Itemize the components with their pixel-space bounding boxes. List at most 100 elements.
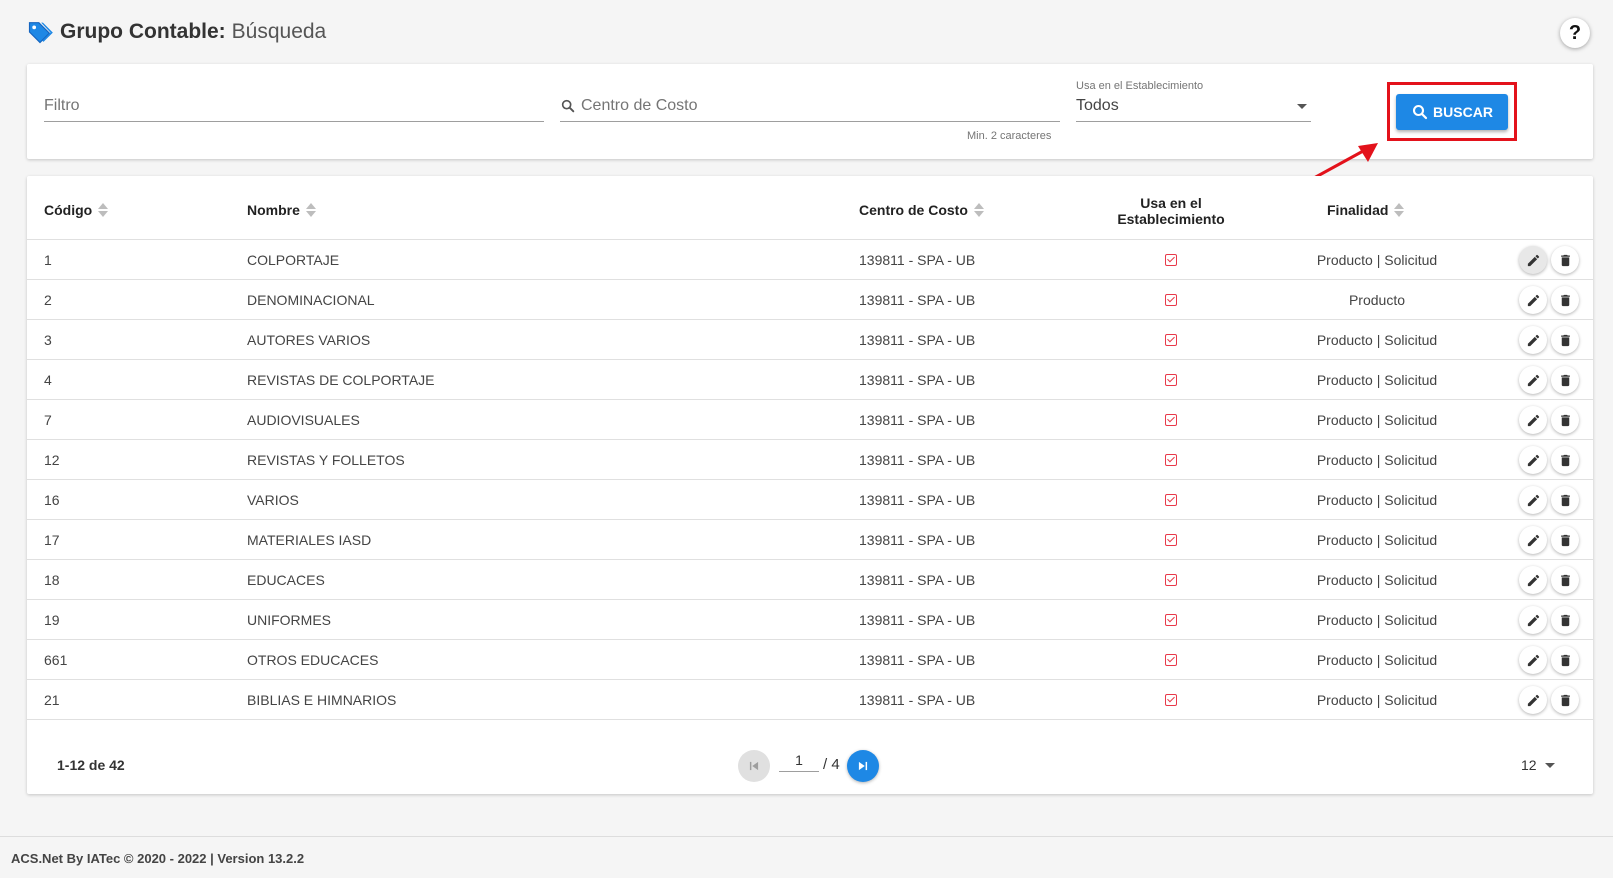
cell-codigo: 1 xyxy=(44,252,52,268)
first-page-button[interactable] xyxy=(738,750,770,782)
cell-finalidad: Producto | Solicitud xyxy=(1316,492,1438,508)
delete-button[interactable] xyxy=(1551,366,1579,394)
rows-per-page-select[interactable]: 12 xyxy=(1521,757,1555,773)
cell-codigo: 2 xyxy=(44,292,52,308)
pencil-icon xyxy=(1527,294,1539,306)
edit-button[interactable] xyxy=(1519,286,1547,314)
delete-button[interactable] xyxy=(1551,246,1579,274)
delete-button[interactable] xyxy=(1551,406,1579,434)
checkbox-checked-icon xyxy=(1165,574,1177,586)
checkbox-checked-icon xyxy=(1165,454,1177,466)
cell-codigo: 17 xyxy=(44,532,60,548)
delete-button[interactable] xyxy=(1551,686,1579,714)
page-input[interactable]: 1 xyxy=(779,752,819,772)
help-button[interactable]: ? xyxy=(1560,18,1590,48)
table-row: 2 DENOMINACIONAL 139811 - SPA - UB Producto xyxy=(27,280,1593,320)
cell-nombre: AUDIOVISUALES xyxy=(247,412,360,428)
column-header-finalidad[interactable]: Finalidad xyxy=(1327,202,1405,218)
table-footer: 1-12 de 42 1 / 4 12 xyxy=(27,738,1593,794)
table-row: 7 AUDIOVISUALES 139811 - SPA - UB Producto … xyxy=(27,400,1593,440)
delete-button[interactable] xyxy=(1551,326,1579,354)
edit-button[interactable] xyxy=(1519,526,1547,554)
delete-button[interactable] xyxy=(1551,486,1579,514)
pencil-icon xyxy=(1527,374,1539,386)
cell-nombre: EDUCACES xyxy=(247,572,325,588)
edit-button[interactable] xyxy=(1519,326,1547,354)
delete-button[interactable] xyxy=(1551,286,1579,314)
dropdown-arrow-icon xyxy=(1297,104,1307,109)
edit-button[interactable] xyxy=(1519,446,1547,474)
sort-icon xyxy=(973,203,984,217)
cell-centro-costo: 139811 - SPA - UB xyxy=(859,692,976,708)
cell-finalidad: Producto | Solicitud xyxy=(1316,532,1438,548)
cost-center-hint: Min. 2 caracteres xyxy=(967,130,1052,142)
search-icon xyxy=(1412,104,1428,120)
cell-nombre: BIBLIAS E HIMNARIOS xyxy=(247,692,397,708)
cost-center-input[interactable] xyxy=(581,97,1060,115)
edit-button[interactable] xyxy=(1519,686,1547,714)
cell-nombre: UNIFORMES xyxy=(247,612,331,628)
edit-button[interactable] xyxy=(1519,606,1547,634)
cell-codigo: 19 xyxy=(44,612,60,628)
checkbox-checked-icon xyxy=(1165,374,1177,386)
cell-codigo: 21 xyxy=(44,692,60,708)
table-row: 661 OTROS EDUCACES 139811 - SPA - UB Produc… xyxy=(27,640,1593,680)
checkbox-checked-icon xyxy=(1165,294,1177,306)
cell-nombre: MATERIALES IASD xyxy=(247,532,372,548)
edit-button[interactable] xyxy=(1519,406,1547,434)
filter-input[interactable] xyxy=(44,97,544,115)
column-header-nombre[interactable]: Nombre xyxy=(247,202,316,218)
last-page-icon xyxy=(858,761,868,771)
edit-button[interactable] xyxy=(1519,566,1547,594)
trash-icon xyxy=(1560,534,1570,546)
dropdown-arrow-icon xyxy=(1544,762,1555,768)
establishment-select-value: Todos xyxy=(1076,97,1119,114)
pencil-icon xyxy=(1527,254,1539,266)
edit-button[interactable] xyxy=(1519,646,1547,674)
checkbox-checked-icon xyxy=(1165,694,1177,706)
column-header-centro[interactable]: Centro de Costo xyxy=(859,202,984,218)
cell-finalidad: Producto xyxy=(1348,292,1406,308)
cell-finalidad: Producto | Solicitud xyxy=(1316,452,1438,468)
trash-icon xyxy=(1560,254,1570,266)
delete-button[interactable] xyxy=(1551,526,1579,554)
cell-codigo: 16 xyxy=(44,492,60,508)
cell-codigo: 18 xyxy=(44,572,60,588)
pencil-icon xyxy=(1527,454,1539,466)
cell-usa xyxy=(1163,280,1179,320)
trash-icon xyxy=(1560,414,1570,426)
filter-field[interactable] xyxy=(44,92,544,122)
table-header: Código Nombre Centro de Costo Usa en el … xyxy=(27,176,1593,240)
table-row: 16 VARIOS 139811 - SPA - UB Producto | Soli… xyxy=(27,480,1593,520)
search-button[interactable]: BUSCAR xyxy=(1396,94,1508,130)
delete-button[interactable] xyxy=(1551,446,1579,474)
delete-button[interactable] xyxy=(1551,606,1579,634)
establishment-select[interactable]: Todos xyxy=(1076,92,1311,122)
cell-usa xyxy=(1163,240,1179,280)
cell-usa xyxy=(1163,680,1179,720)
cell-finalidad: Producto | Solicitud xyxy=(1316,412,1438,428)
last-page-button[interactable] xyxy=(847,750,879,782)
pencil-icon xyxy=(1527,614,1539,626)
sort-icon xyxy=(305,203,316,217)
cell-finalidad: Producto | Solicitud xyxy=(1316,692,1438,708)
delete-button[interactable] xyxy=(1551,646,1579,674)
edit-button[interactable] xyxy=(1519,246,1547,274)
tag-icon xyxy=(28,22,53,44)
checkbox-checked-icon xyxy=(1165,534,1177,546)
edit-button[interactable] xyxy=(1519,366,1547,394)
column-header-codigo[interactable]: Código xyxy=(44,202,109,218)
checkbox-checked-icon xyxy=(1165,414,1177,426)
cell-nombre: REVISTAS DE COLPORTAJE xyxy=(247,372,435,388)
cost-center-field[interactable] xyxy=(560,92,1060,122)
cell-usa xyxy=(1163,360,1179,400)
cell-usa xyxy=(1163,640,1179,680)
trash-icon xyxy=(1560,574,1570,586)
cell-centro-costo: 139811 - SPA - UB xyxy=(859,452,976,468)
cell-finalidad: Producto | Solicitud xyxy=(1316,652,1438,668)
edit-button[interactable] xyxy=(1519,486,1547,514)
table-row: 21 BIBLIAS E HIMNARIOS 139811 - SPA - UB Pr… xyxy=(27,680,1593,720)
trash-icon xyxy=(1560,614,1570,626)
delete-button[interactable] xyxy=(1551,566,1579,594)
establishment-select-label: Usa en el Establecimiento xyxy=(1076,80,1204,92)
